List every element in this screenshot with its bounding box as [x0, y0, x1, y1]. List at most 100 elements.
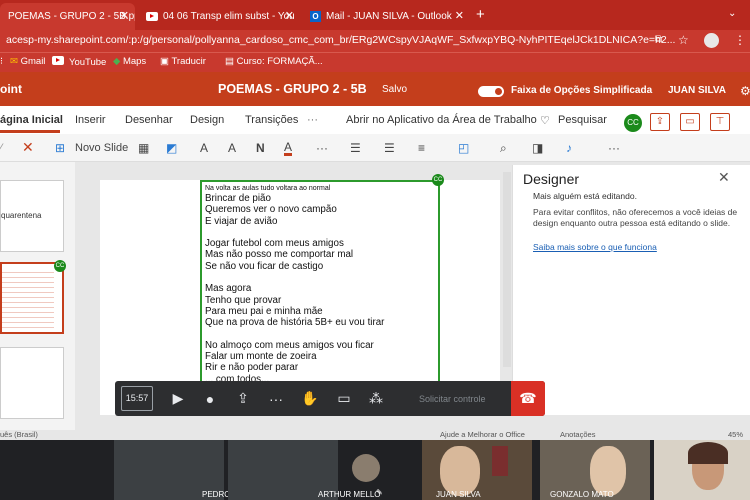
- share-icon[interactable]: ⇪: [650, 113, 670, 131]
- thumb-text-lines: [2, 268, 54, 328]
- format-painter-icon[interactable]: ⁄: [0, 141, 2, 155]
- tab-pptx[interactable]: POEMAS - GRUPO 2 - 5B.pptx ✕: [0, 3, 135, 30]
- text-line: Tenho que provar: [205, 294, 282, 306]
- search-box[interactable]: Pesquisar: [558, 114, 607, 126]
- url-text[interactable]: acesp-my.sharepoint.com/:p:/g/personal/p…: [6, 34, 675, 46]
- apps-icon[interactable]: ⁝: [0, 56, 3, 67]
- text-line: Para meu pai e minha mãe: [205, 305, 323, 317]
- close-icon[interactable]: ✕: [455, 9, 464, 22]
- camera-icon[interactable]: ▶: [163, 381, 193, 416]
- search-icon[interactable]: ⌕: [500, 141, 507, 156]
- more-options-icon[interactable]: ···: [608, 141, 620, 155]
- text-line: Se não vou ficar de castigo: [205, 260, 324, 272]
- address-bar[interactable]: acesp-my.sharepoint.com/:p:/g/personal/p…: [0, 30, 750, 52]
- save-status: Salvo: [382, 84, 408, 95]
- share-screen-icon[interactable]: ⇪: [228, 381, 258, 416]
- clear-format-icon[interactable]: N: [256, 141, 265, 155]
- settings-icon[interactable]: ⚙: [740, 84, 750, 98]
- tab-youtube[interactable]: 04 06 Transp elim subst - You ✕: [138, 3, 300, 30]
- mic-off-icon: ✎: [376, 488, 383, 497]
- user-name[interactable]: JUAN SILVA: [668, 85, 726, 96]
- bookmark-youtube[interactable]: YouTube: [52, 56, 106, 68]
- bookmark-maps[interactable]: ◆ Maps: [113, 56, 146, 67]
- new-slide-button[interactable]: Novo Slide: [75, 142, 128, 154]
- raise-hand-icon[interactable]: ✋: [295, 381, 325, 416]
- more-options-icon[interactable]: ···: [261, 381, 291, 416]
- participant-name: JUAN SILVA: [436, 490, 481, 499]
- align-icon[interactable]: ≡: [418, 141, 425, 155]
- avatar: [352, 454, 380, 482]
- layout-icon[interactable]: ▦: [138, 141, 149, 155]
- font-color-icon[interactable]: A: [284, 141, 293, 156]
- text-line: Jogar futebol com meus amigos: [205, 238, 344, 250]
- profile-avatar[interactable]: [704, 33, 719, 48]
- breakout-rooms-icon[interactable]: ⁂: [361, 381, 391, 416]
- vertical-scrollbar[interactable]: [503, 172, 511, 367]
- menu-icon[interactable]: ⋮: [734, 33, 746, 47]
- bullets-icon[interactable]: ☰: [350, 141, 361, 155]
- participant-strip: PEDRO FARIA ✎ ARTHUR MELLO ✎ JUAN SILVA …: [0, 440, 750, 500]
- close-icon[interactable]: ✕: [285, 9, 294, 22]
- gmail-icon: ✉: [10, 56, 18, 67]
- chevron-down-icon[interactable]: ⌄: [728, 8, 736, 19]
- microphone-icon[interactable]: ●: [195, 381, 225, 416]
- language-status[interactable]: uês (Brasil): [0, 430, 38, 439]
- text-line: Mas não posso me comportar mal: [205, 249, 354, 261]
- help-improve-link[interactable]: Ajude a Melhorar o Office: [440, 430, 525, 439]
- document-title[interactable]: POEMAS - GRUPO 2 - 5B: [218, 82, 367, 96]
- bookmark-translate[interactable]: ▣ Traducir: [160, 56, 206, 67]
- youtube-icon: [52, 56, 64, 65]
- tab-design[interactable]: Design: [190, 114, 224, 126]
- bookmarks-bar: ⁝ ✉ Gmail YouTube ◆ Maps ▣ Traducir ▤ Cu…: [0, 52, 750, 72]
- notes-button[interactable]: Anotações: [560, 430, 595, 439]
- slide-thumbnail-pane: quarentena CC: [0, 162, 75, 440]
- tab-title: POEMAS - GRUPO 2 - 5B.pptx: [8, 11, 135, 22]
- slide-thumbnail[interactable]: [0, 347, 64, 419]
- slide-text-box[interactable]: Na volta as aulas tudo voltara ao normal…: [200, 180, 440, 415]
- translate-icon[interactable]: ⧉: [655, 34, 662, 45]
- participant-name: GONZALO MATO: [550, 490, 614, 499]
- new-slide-icon[interactable]: ⊞: [55, 141, 65, 155]
- star-icon[interactable]: ☆: [678, 33, 689, 47]
- tab-desenhar[interactable]: Desenhar: [125, 114, 173, 126]
- more-tabs-icon[interactable]: ···: [307, 114, 318, 126]
- present-icon[interactable]: ⊤: [710, 113, 730, 131]
- hang-up-button[interactable]: ☎: [511, 381, 545, 416]
- text-line: E viajar de avião: [205, 215, 278, 227]
- learn-more-link[interactable]: Saiba mais sobre o que funciona: [533, 242, 657, 252]
- tab-outlook[interactable]: O Mail - JUAN SILVA - Outlook ✕: [302, 3, 470, 30]
- close-icon[interactable]: ✕: [120, 9, 129, 22]
- tab-transicoes[interactable]: Transições: [245, 114, 298, 126]
- tab-home[interactable]: ágina Inicial: [0, 114, 63, 126]
- microphone-icon[interactable]: ♪: [566, 141, 572, 155]
- request-control-button[interactable]: Solicitar controle: [419, 394, 486, 404]
- slide-thumbnail[interactable]: quarentena: [0, 180, 64, 252]
- picture-icon[interactable]: ◩: [166, 141, 177, 155]
- delete-icon[interactable]: ✕: [22, 139, 34, 156]
- comment-icon[interactable]: ▭: [680, 113, 700, 131]
- designer-pane: Designer ✕ Mais alguém está editando. Pa…: [512, 165, 750, 415]
- designer-icon[interactable]: ◨: [532, 141, 543, 155]
- numbering-icon[interactable]: ☰: [384, 141, 395, 155]
- open-desktop-app[interactable]: Abrir no Aplicativo da Área de Trabalho: [346, 114, 537, 126]
- video-tile-self[interactable]: [654, 440, 750, 500]
- youtube-icon: [146, 12, 158, 21]
- zoom-level[interactable]: 45%: [728, 430, 743, 439]
- font-grow-icon[interactable]: A: [200, 141, 208, 155]
- simplified-ribbon-toggle[interactable]: [478, 86, 504, 97]
- slide-thumbnail-selected[interactable]: CC: [0, 260, 66, 334]
- shapes-icon[interactable]: ◰: [458, 141, 469, 155]
- chat-icon[interactable]: ▭: [329, 381, 359, 416]
- bookmark-gmail[interactable]: ✉ Gmail: [10, 56, 45, 67]
- tab-inserir[interactable]: Inserir: [75, 114, 106, 126]
- editor-badge: CC: [54, 260, 66, 272]
- text-line: Que na prova de história 5B+ eu vou tira…: [205, 317, 385, 329]
- bookmark-curso[interactable]: ▤ Curso: FORMAÇÃ...: [225, 56, 323, 67]
- close-icon[interactable]: ✕: [718, 169, 730, 186]
- text-line: Brincar de pião: [205, 193, 271, 204]
- font-shrink-icon[interactable]: A: [228, 141, 236, 155]
- doc-icon: ▤: [225, 56, 234, 67]
- new-tab-button[interactable]: +: [476, 6, 485, 23]
- avatar[interactable]: CC: [624, 114, 642, 132]
- more-options-icon[interactable]: ···: [316, 141, 328, 155]
